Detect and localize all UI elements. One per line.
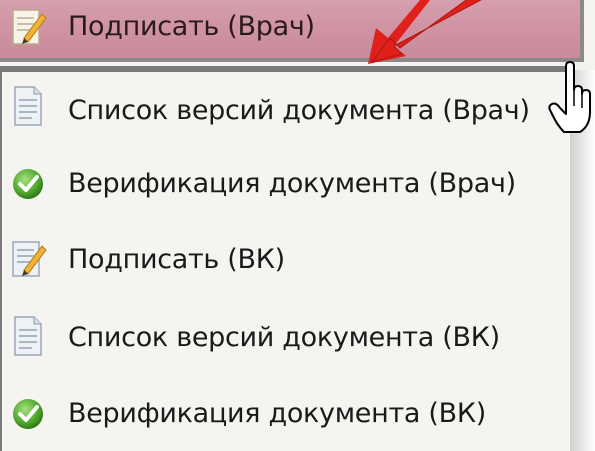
menu-item-label: Список версий документа (Врач)	[68, 95, 530, 126]
menu-item-label: Верификация документа (ВК)	[68, 398, 486, 429]
menu-item-label: Список версий документа (ВК)	[68, 322, 500, 353]
menu-item-verify-vk[interactable]: Верификация документа (ВК)	[0, 386, 570, 448]
menu-item-label: Подписать (Врач)	[68, 11, 315, 42]
sign-document-icon	[12, 241, 47, 277]
menu-item-version-list-vk[interactable]: Список версий документа (ВК)	[0, 310, 570, 372]
red-arrow-annotation	[368, 0, 500, 64]
context-menu-screenshot: Подписать (Врач) Список версий документа…	[0, 0, 595, 451]
menu-item-sign-vk[interactable]: Подписать (ВК)	[0, 232, 570, 294]
menu-item-label: Подписать (ВК)	[68, 244, 285, 275]
hand-cursor-icon	[548, 61, 591, 133]
document-list-icon	[14, 316, 42, 356]
green-check-icon	[13, 169, 43, 199]
sign-document-icon	[12, 9, 47, 45]
green-check-icon	[13, 399, 43, 429]
menu-item-version-list-doctor[interactable]: Список версий документа (Врач)	[0, 76, 570, 138]
menu-item-label: Верификация документа (Врач)	[68, 168, 516, 199]
menu-item-verify-doctor[interactable]: Верификация документа (Врач)	[0, 154, 570, 216]
document-list-icon	[14, 86, 42, 126]
